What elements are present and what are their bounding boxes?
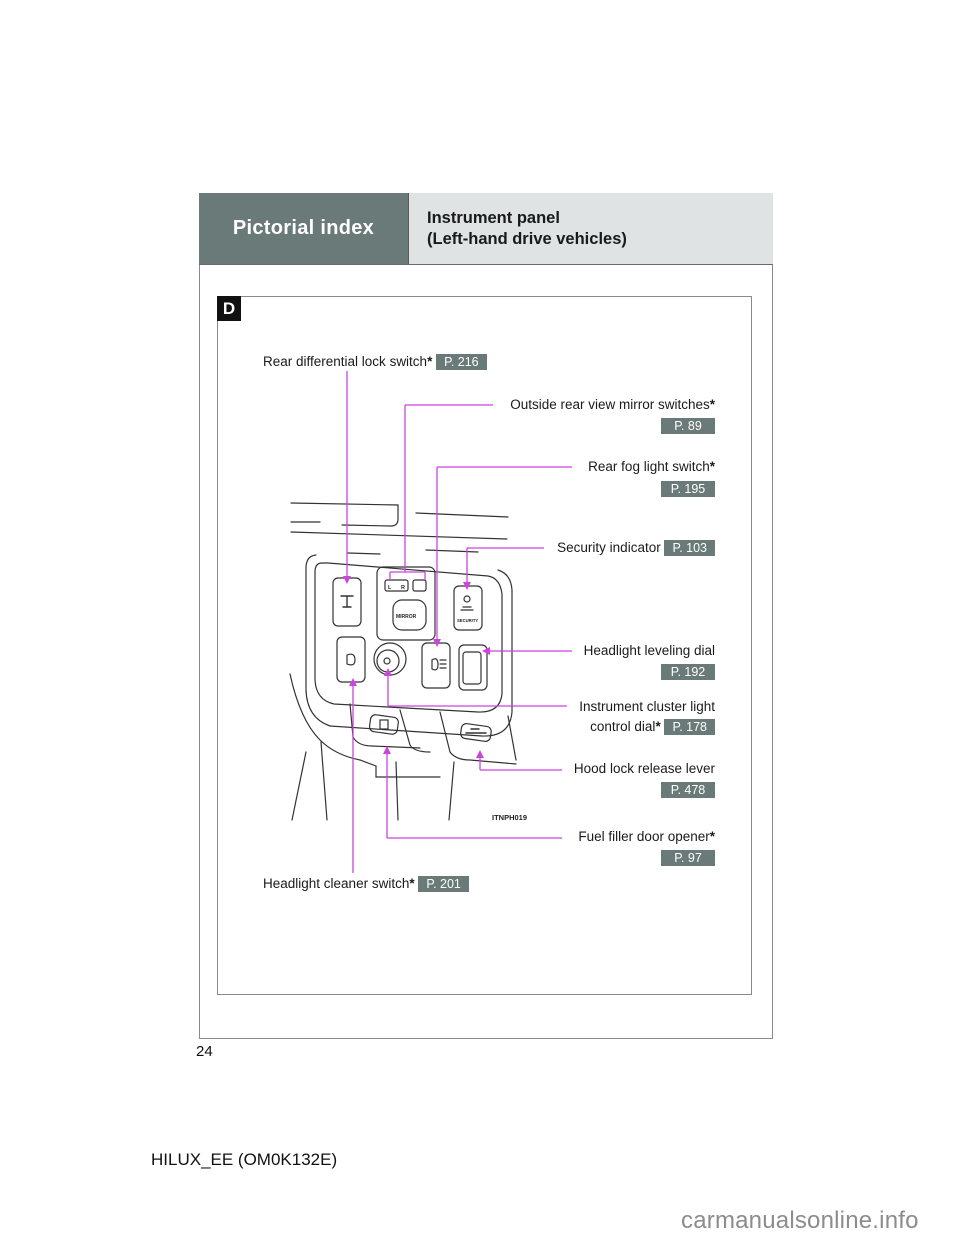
page-title: Instrument panel (Left-hand drive vehicl… bbox=[409, 193, 773, 264]
asterisk: * bbox=[409, 876, 415, 891]
asterisk: * bbox=[427, 354, 433, 369]
page-ref-link[interactable]: P. 192 bbox=[661, 664, 715, 680]
callout-text: Headlight cleaner switch bbox=[263, 876, 410, 891]
asterisk: * bbox=[709, 397, 715, 412]
callout-text: Rear fog light switch bbox=[588, 459, 710, 474]
page-number: 24 bbox=[196, 1043, 213, 1060]
callout-text: control dial bbox=[590, 719, 656, 734]
callout-text: Fuel filler door opener bbox=[578, 829, 710, 844]
callout-cluster-light-line1: Instrument cluster light bbox=[579, 699, 715, 715]
callout-text: Rear differential lock switch bbox=[263, 354, 428, 369]
document-id: HILUX_EE (OM0K132E) bbox=[151, 1150, 338, 1169]
page-title-line1: Instrument panel bbox=[427, 208, 560, 227]
asterisk: * bbox=[709, 459, 715, 474]
page-ref-link[interactable]: P. 201 bbox=[418, 876, 469, 893]
callout-text: Outside rear view mirror switches bbox=[510, 397, 710, 412]
section-badge: D bbox=[217, 296, 241, 321]
page-header: Pictorial index Instrument panel (Left-h… bbox=[199, 193, 773, 265]
callout-outside-mirror-switches: Outside rear view mirror switches* bbox=[510, 397, 715, 413]
section-title: Pictorial index bbox=[199, 193, 409, 264]
callout-hood-lock-release: Hood lock release lever bbox=[574, 761, 715, 777]
callout-text: Headlight leveling dial bbox=[583, 643, 715, 658]
asterisk: * bbox=[655, 719, 661, 734]
callout-text: Security indicator bbox=[557, 540, 661, 555]
callout-headlight-leveling: Headlight leveling dial bbox=[584, 643, 715, 659]
page-ref-link[interactable]: P. 178 bbox=[664, 719, 715, 736]
callout-headlight-cleaner: Headlight cleaner switch* P. 201 bbox=[263, 876, 469, 893]
callout-cluster-light-dial: control dial* P. 178 bbox=[590, 719, 715, 736]
figure-code: ITNPH019 bbox=[492, 813, 528, 822]
page-title-line2: (Left-hand drive vehicles) bbox=[427, 229, 627, 248]
callout-rear-fog-light: Rear fog light switch* bbox=[588, 459, 715, 475]
callout-text: Hood lock release lever bbox=[573, 761, 715, 776]
watermark[interactable]: carmanualsonline.info bbox=[681, 1207, 919, 1235]
callout-text: Instrument cluster light bbox=[579, 699, 715, 714]
callout-fuel-filler-opener: Fuel filler door opener* bbox=[578, 829, 715, 845]
callout-security-indicator: Security indicator P. 103 bbox=[557, 540, 715, 557]
asterisk: * bbox=[709, 829, 715, 844]
callout-rear-differential-lock: Rear differential lock switch* P. 216 bbox=[263, 354, 487, 371]
page-ref-link[interactable]: P. 103 bbox=[664, 540, 715, 557]
page-ref-link[interactable]: P. 216 bbox=[436, 354, 487, 371]
page-ref-link[interactable]: P. 97 bbox=[661, 850, 715, 866]
page-ref-link[interactable]: P. 89 bbox=[661, 418, 715, 434]
page-ref-link[interactable]: P. 195 bbox=[661, 481, 715, 497]
page-ref-link[interactable]: P. 478 bbox=[661, 782, 715, 798]
